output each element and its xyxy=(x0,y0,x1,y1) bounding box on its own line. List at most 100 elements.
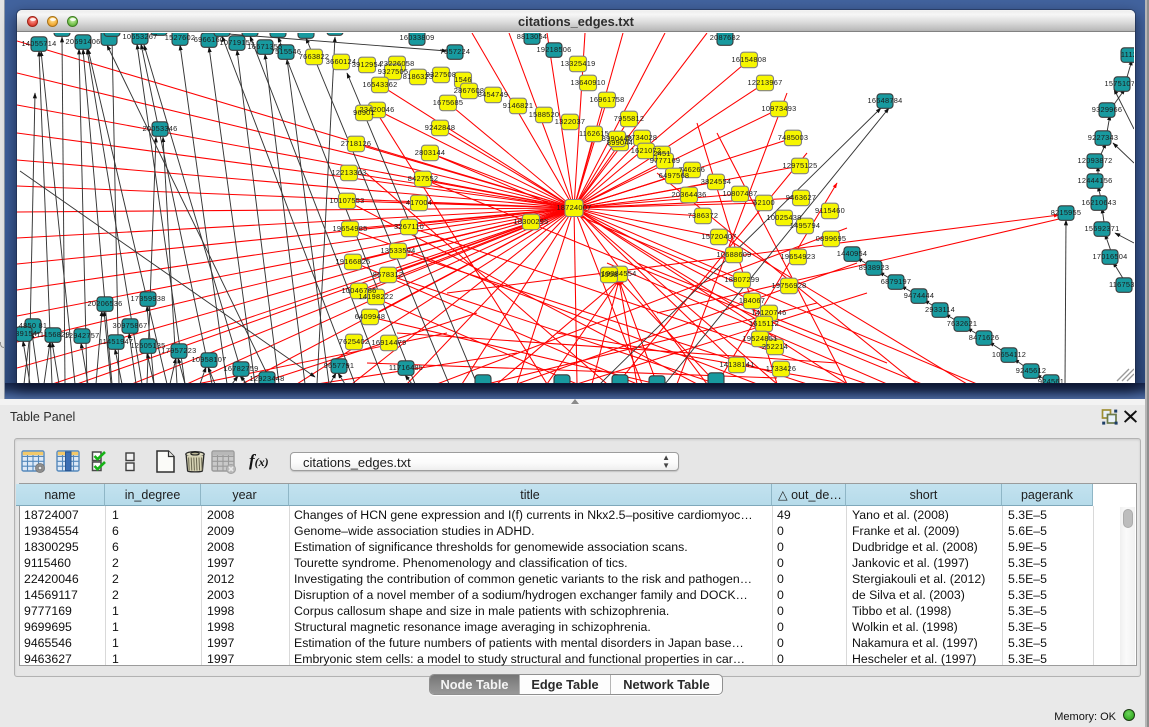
svg-text:8678312: 8678312 xyxy=(373,270,404,279)
svg-text:3824554: 3824554 xyxy=(701,177,732,186)
svg-text:8427552: 8427552 xyxy=(408,174,439,183)
svg-text:14138141: 14138141 xyxy=(720,360,755,369)
svg-text:16914479: 16914479 xyxy=(372,338,407,347)
svg-text:13325419: 13325419 xyxy=(561,59,596,68)
svg-text:417004: 417004 xyxy=(406,198,432,207)
svg-text:1615112: 1615112 xyxy=(749,319,779,328)
svg-text:12505135: 12505135 xyxy=(131,341,166,350)
svg-text:8454749: 8454749 xyxy=(478,90,509,99)
svg-text:13640910: 13640910 xyxy=(571,78,606,87)
svg-text:15720407: 15720407 xyxy=(702,232,737,241)
svg-text:9463627: 9463627 xyxy=(786,193,817,202)
svg-text:20691406: 20691406 xyxy=(66,37,101,46)
svg-text:16961758: 16961758 xyxy=(590,95,625,104)
svg-text:16154808: 16154808 xyxy=(732,55,767,64)
svg-text:8938923: 8938923 xyxy=(859,263,890,272)
svg-text:10107553: 10107553 xyxy=(330,196,365,205)
svg-text:1440954: 1440954 xyxy=(837,249,868,258)
svg-text:9327508: 9327508 xyxy=(426,70,457,79)
svg-text:12942757: 12942757 xyxy=(65,331,100,340)
svg-text:9227343: 9227343 xyxy=(1088,133,1119,142)
svg-text:10973493: 10973493 xyxy=(762,104,797,113)
svg-text:19218506: 19218506 xyxy=(537,45,572,54)
svg-text:16648784: 16648784 xyxy=(868,96,903,105)
svg-text:9777169: 9777169 xyxy=(650,156,681,165)
svg-text:16033809: 16033809 xyxy=(400,33,435,42)
svg-text:746266: 746266 xyxy=(679,165,705,174)
svg-text:439154: 439154 xyxy=(17,329,37,338)
svg-text:8215955: 8215955 xyxy=(1051,208,1082,217)
svg-text:15692371: 15692371 xyxy=(1085,224,1120,233)
svg-text:9474444: 9474444 xyxy=(904,291,935,300)
svg-text:2087682: 2087682 xyxy=(710,33,741,42)
svg-text:14198222: 14198222 xyxy=(359,292,394,301)
svg-text:19166825: 19166825 xyxy=(336,257,371,266)
svg-text:2933114: 2933114 xyxy=(925,305,955,314)
svg-text:9657791: 9657791 xyxy=(324,361,355,370)
svg-text:10958107: 10958107 xyxy=(192,355,227,364)
svg-text:18300295: 18300295 xyxy=(514,217,549,226)
svg-text:0899695: 0899695 xyxy=(816,234,847,243)
svg-text:62100: 62100 xyxy=(753,198,775,207)
svg-text:8471626: 8471626 xyxy=(969,333,1000,342)
svg-text:18724007: 18724007 xyxy=(557,203,592,212)
svg-text:12444156: 12444156 xyxy=(1078,176,1113,185)
svg-text:3267110: 3267110 xyxy=(394,222,424,231)
svg-text:12975125: 12975125 xyxy=(783,161,818,170)
svg-text:20206536: 20206536 xyxy=(88,299,123,308)
svg-text:20364436: 20364436 xyxy=(672,190,707,199)
svg-text:16782759: 16782759 xyxy=(224,364,259,373)
svg-text:10688609: 10688609 xyxy=(717,250,752,259)
svg-text:20053346: 20053346 xyxy=(143,124,178,133)
svg-text:6409948: 6409948 xyxy=(355,312,386,321)
svg-text:12923448: 12923448 xyxy=(250,374,285,383)
svg-text:19654923: 19654923 xyxy=(781,252,816,261)
svg-text:2718126: 2718126 xyxy=(341,139,372,148)
svg-text:96901: 96901 xyxy=(353,108,375,117)
svg-text:1733426: 1733426 xyxy=(766,364,797,373)
svg-text:11716485: 11716485 xyxy=(389,363,423,372)
svg-text:9115460: 9115460 xyxy=(815,206,845,215)
svg-text:6879197: 6879197 xyxy=(881,277,912,286)
svg-text:12213363: 12213363 xyxy=(332,168,367,177)
svg-text:14055714: 14055714 xyxy=(22,39,57,48)
svg-text:7386372: 7386372 xyxy=(688,211,719,220)
svg-text:12093872: 12093872 xyxy=(1078,156,1113,165)
svg-text:1112: 1112 xyxy=(1121,50,1134,59)
svg-text:17957223: 17957223 xyxy=(162,346,197,355)
svg-text:12213967: 12213967 xyxy=(748,78,783,87)
svg-text:1958: 1958 xyxy=(600,270,617,279)
svg-text:9734028: 9734028 xyxy=(627,133,658,142)
svg-text:10653267: 10653267 xyxy=(123,33,158,41)
svg-text:1322037: 1322037 xyxy=(555,117,586,126)
svg-text:1495794: 1495794 xyxy=(790,221,821,230)
svg-text:7857224: 7857224 xyxy=(440,47,471,56)
svg-text:10807487: 10807487 xyxy=(723,189,758,198)
svg-text:9146821: 9146821 xyxy=(503,101,534,110)
svg-text:11451947: 11451947 xyxy=(99,337,133,346)
svg-text:1675685: 1675685 xyxy=(433,98,464,107)
svg-text:16210643: 16210643 xyxy=(1082,198,1117,207)
svg-text:30975867: 30975867 xyxy=(113,321,148,330)
svg-text:9242848: 9242848 xyxy=(425,123,456,132)
svg-text:2803144: 2803144 xyxy=(415,148,446,157)
svg-text:9245612: 9245612 xyxy=(1016,366,1047,375)
svg-text:252214: 252214 xyxy=(762,342,788,351)
svg-text:184067: 184067 xyxy=(739,296,765,305)
svg-text:10654112: 10654112 xyxy=(992,350,1026,359)
svg-text:7515546: 7515546 xyxy=(271,47,302,56)
svg-text:18807299: 18807299 xyxy=(725,275,760,284)
svg-text:8813054: 8813054 xyxy=(517,33,548,41)
svg-text:7625402: 7625402 xyxy=(339,337,370,346)
svg-text:16543362: 16543362 xyxy=(363,80,398,89)
svg-text:7955812: 7955812 xyxy=(614,114,645,123)
svg-text:13533594: 13533594 xyxy=(381,246,416,255)
svg-text:9329966: 9329966 xyxy=(1092,105,1123,114)
svg-text:19654985: 19654985 xyxy=(333,224,368,233)
svg-text:19756928: 19756928 xyxy=(772,281,807,290)
svg-text:924561: 924561 xyxy=(1038,377,1064,383)
svg-text:17359938: 17359938 xyxy=(131,294,166,303)
svg-text:15751074: 15751074 xyxy=(1105,79,1134,88)
svg-text:14120746: 14120746 xyxy=(752,308,787,317)
svg-text:7632621: 7632621 xyxy=(947,319,978,328)
